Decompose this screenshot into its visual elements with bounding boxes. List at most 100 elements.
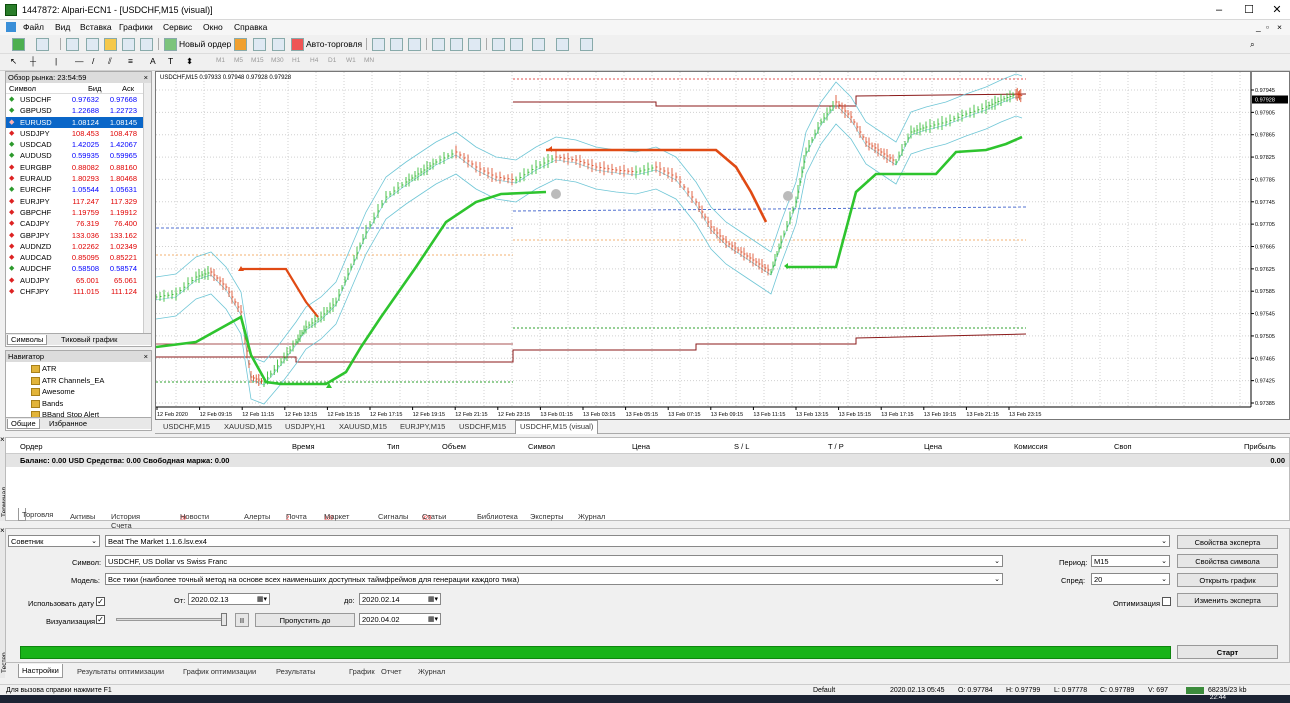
col-symbol[interactable]: Символ: [9, 83, 36, 94]
text-icon[interactable]: A: [150, 56, 156, 66]
label-icon[interactable]: T: [168, 56, 173, 66]
vertical-line-icon[interactable]: |: [55, 56, 57, 66]
mdi-minimize-icon[interactable]: _: [1256, 22, 1261, 32]
tester-tab[interactable]: Настройки: [18, 664, 63, 678]
col-volume[interactable]: Объем: [442, 442, 466, 451]
col-profit[interactable]: Прибыль: [1244, 442, 1276, 451]
tf-d1[interactable]: D1: [328, 57, 336, 64]
tab-tick-chart[interactable]: Тиковый график: [58, 335, 120, 344]
market-watch-row[interactable]: ◆ AUDUSD 0.59935 0.59965: [6, 150, 151, 161]
menu-file[interactable]: Файл: [23, 22, 44, 32]
search-icon[interactable]: ⌕: [1250, 39, 1255, 50]
spread-select[interactable]: 20 ⌄: [1091, 573, 1170, 585]
navigator-item[interactable]: Bands: [31, 399, 63, 408]
chart-tab[interactable]: XAUUSD,M15: [224, 422, 272, 431]
market-watch-row[interactable]: ◆ CADJPY 76.319 76.400: [6, 218, 151, 229]
tf-m5[interactable]: M5: [234, 57, 243, 64]
menu-charts[interactable]: Графики: [119, 22, 153, 32]
market-watch-row[interactable]: ◆ EURUSD 1.08124 1.08145: [6, 116, 151, 128]
col-price[interactable]: Цена: [632, 442, 650, 451]
market-watch-row[interactable]: ◆ EURAUD 1.80293 1.80468: [6, 173, 151, 184]
col-time[interactable]: Время: [292, 442, 315, 451]
symbol-select[interactable]: USDCHF, US Dollar vs Swiss Franc ⌄: [105, 555, 1003, 567]
tf-m30[interactable]: M30: [271, 57, 284, 64]
cursor-icon[interactable]: ↖: [10, 56, 17, 67]
market-watch-row[interactable]: ◆ AUDNZD 1.02262 1.02349: [6, 241, 151, 252]
modify-expert-button[interactable]: Изменить эксперта: [1177, 593, 1278, 607]
periods-icon[interactable]: [556, 38, 569, 51]
col-sl[interactable]: S / L: [734, 442, 749, 451]
new-order-button[interactable]: Новый ордер: [179, 39, 231, 49]
terminal-icon[interactable]: [122, 38, 135, 51]
tile-windows-icon[interactable]: [468, 38, 481, 51]
from-date-input[interactable]: 2020.02.13 ▦▾: [188, 593, 270, 605]
tf-h4[interactable]: H4: [310, 57, 318, 64]
expert-properties-button[interactable]: Свойства эксперта: [1177, 535, 1278, 549]
market-watch-row[interactable]: ◆ EURCHF 1.05544 1.05631: [6, 184, 151, 195]
speed-slider-handle[interactable]: [221, 613, 227, 626]
open-chart-button[interactable]: Открыть график: [1177, 573, 1278, 587]
chart-tab[interactable]: USDJPY,H1: [285, 422, 325, 431]
terminal-tab[interactable]: Маркет 135: [324, 510, 349, 522]
line-chart-icon[interactable]: [408, 38, 421, 51]
menu-tools[interactable]: Сервис: [163, 22, 192, 32]
start-button[interactable]: Старт: [1177, 645, 1278, 659]
tester-tab[interactable]: График: [349, 667, 375, 676]
close-icon[interactable]: ×: [0, 435, 5, 444]
tab-favorites[interactable]: Избранное: [46, 419, 90, 428]
col-tp[interactable]: T / P: [828, 442, 844, 451]
model-select[interactable]: Все тики (наиболее точный метод на основ…: [105, 573, 1003, 585]
mdi-close-icon[interactable]: ×: [1277, 22, 1282, 32]
tf-m15[interactable]: M15: [251, 57, 264, 64]
calendar-icon[interactable]: ▦▾: [428, 614, 438, 625]
skip-to-button[interactable]: Пропустить до: [255, 613, 355, 627]
symbol-properties-button[interactable]: Свойства символа: [1177, 554, 1278, 568]
trendline-icon[interactable]: /: [92, 56, 94, 66]
minimize-button[interactable]: –: [1204, 2, 1234, 18]
col-ask[interactable]: Аск: [122, 83, 134, 94]
candles-icon[interactable]: [390, 38, 403, 51]
close-icon[interactable]: ×: [144, 351, 148, 362]
navigator-item[interactable]: Awesome: [31, 387, 75, 396]
fibo-icon[interactable]: ≡: [128, 56, 133, 66]
bar-chart-icon[interactable]: [372, 38, 385, 51]
profiles-icon[interactable]: [36, 38, 49, 51]
navigator-item[interactable]: ATR: [31, 364, 56, 373]
tab-general[interactable]: Общие: [7, 419, 40, 429]
market-watch-row[interactable]: ◆ AUDJPY 65.001 65.061: [6, 275, 151, 286]
terminal-tab[interactable]: Торговля: [18, 508, 53, 521]
tester-tab[interactable]: Результаты оптимизации: [77, 667, 164, 676]
arrows-icon[interactable]: ⬍: [186, 56, 193, 67]
market-watch-row[interactable]: ◆ EURGBP 0.88082 0.88160: [6, 162, 151, 173]
tf-m1[interactable]: M1: [216, 57, 225, 64]
channel-icon[interactable]: ⫽: [108, 56, 112, 67]
metaeditor-icon[interactable]: [234, 38, 247, 51]
tf-w1[interactable]: W1: [346, 57, 356, 64]
mdi-restore-icon[interactable]: ▫: [1266, 22, 1269, 32]
tester-tab[interactable]: Результаты: [276, 667, 316, 676]
terminal-tab[interactable]: Новости 28: [180, 510, 209, 522]
tester-icon[interactable]: [140, 38, 153, 51]
menu-insert[interactable]: Вставка: [80, 22, 112, 32]
chart-tab[interactable]: XAUUSD,M15: [339, 422, 387, 431]
col-order[interactable]: Ордер: [20, 442, 43, 451]
skip-date-input[interactable]: 2020.04.02 ▦▾: [359, 613, 441, 625]
tester-tab[interactable]: Отчет: [381, 667, 402, 676]
market-watch-row[interactable]: ◆ GBPJPY 133.036 133.162: [6, 230, 151, 241]
market-watch-row[interactable]: ◆ AUDCHF 0.58508 0.58574: [6, 263, 151, 274]
close-button[interactable]: ✕: [1262, 2, 1290, 18]
market-watch-row[interactable]: ◆ USDCHF 0.97632 0.97668: [6, 94, 151, 105]
terminal-tab[interactable]: Почта 2: [286, 510, 307, 522]
market-watch-row[interactable]: ◆ USDJPY 108.453 108.478: [6, 128, 151, 139]
vps-icon[interactable]: [272, 38, 285, 51]
market-watch-row[interactable]: ◆ EURJPY 117.247 117.329: [6, 196, 151, 207]
new-chart-icon[interactable]: [12, 38, 25, 51]
data-window-icon[interactable]: [86, 38, 99, 51]
chart-tab-active[interactable]: USDCHF,M15 (visual): [515, 420, 599, 434]
chart-tab[interactable]: USDCHF,M15: [459, 422, 506, 431]
market-watch-row[interactable]: ◆ USDCAD 1.42025 1.42067: [6, 139, 151, 150]
crosshair-icon[interactable]: ┼: [30, 56, 36, 66]
navigator-icon[interactable]: [104, 38, 117, 51]
close-icon[interactable]: ×: [0, 526, 5, 535]
tester-tab[interactable]: График оптимизации: [183, 667, 256, 676]
